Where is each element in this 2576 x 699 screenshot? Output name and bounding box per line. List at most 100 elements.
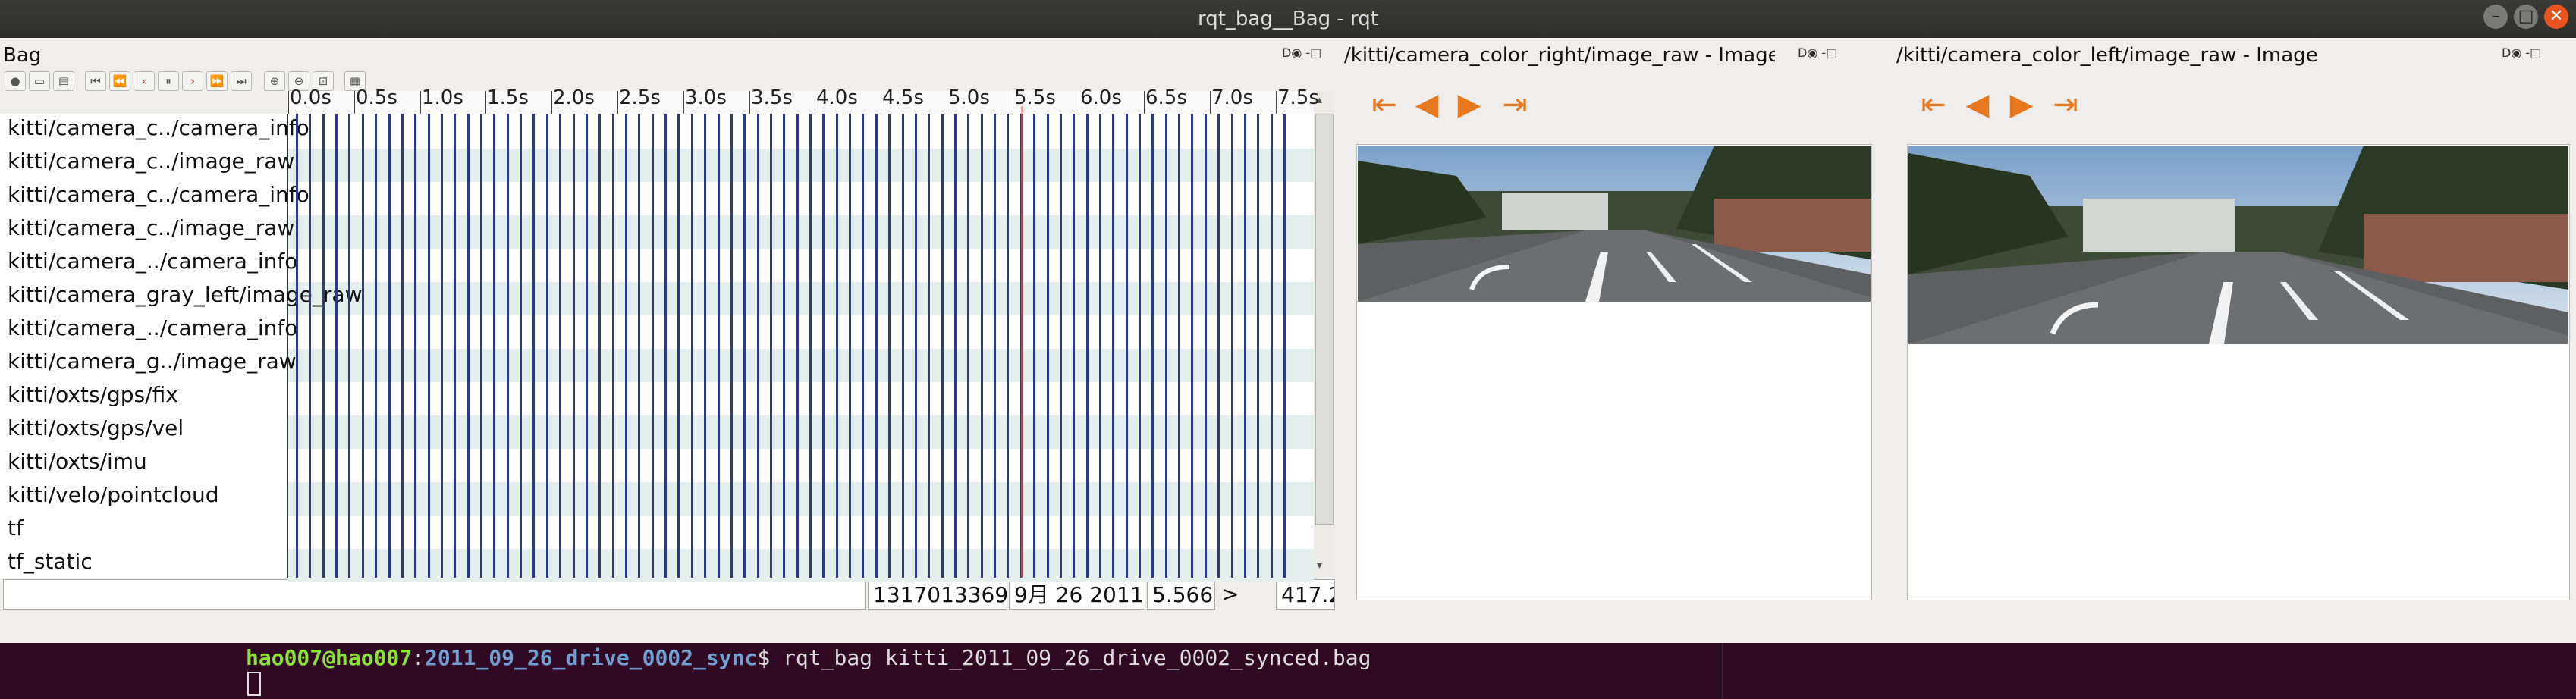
topic-label[interactable]: kitti/oxts/gps/vel xyxy=(8,415,184,440)
ruler-tick-label: 3.5s xyxy=(751,86,793,109)
ruler-tick xyxy=(420,91,421,114)
scroll-down-icon[interactable]: ▾ xyxy=(1317,560,1322,572)
message-marker xyxy=(1257,114,1259,578)
message-marker xyxy=(1151,114,1154,578)
step-forward-icon[interactable]: ▶ xyxy=(1450,88,1488,121)
message-marker xyxy=(1112,114,1114,578)
open-folder-icon[interactable]: ▭ xyxy=(29,71,50,91)
save-icon[interactable]: ▤ xyxy=(53,71,74,91)
message-marker xyxy=(625,114,627,578)
topic-label[interactable]: kitti/camera_../camera_info xyxy=(8,315,297,340)
message-marker xyxy=(441,114,443,578)
message-marker xyxy=(362,114,364,578)
message-marker xyxy=(1217,114,1220,578)
message-marker xyxy=(862,114,864,578)
topic-label[interactable]: kitti/camera_c../image_raw xyxy=(8,215,294,240)
message-marker xyxy=(994,114,996,578)
skip-to-end-icon[interactable]: ⇥ xyxy=(2047,88,2084,121)
message-marker xyxy=(770,114,772,578)
terminal-path: 2011_09_26_drive_0002_sync xyxy=(425,645,758,670)
step-forward-icon[interactable]: ▶ xyxy=(2003,88,2040,121)
right-dock-controls[interactable]: D◉ -□ xyxy=(1798,45,1837,60)
pause-icon[interactable]: ⏸ xyxy=(158,71,179,91)
topic-label[interactable]: kitti/camera_c../camera_info xyxy=(8,182,309,207)
message-marker xyxy=(757,114,759,578)
terminal-divider xyxy=(1722,643,1723,699)
skip-to-start-icon[interactable]: ⇤ xyxy=(1915,88,1952,121)
message-marker xyxy=(335,114,338,578)
message-marker xyxy=(915,114,917,578)
skip-to-start-icon[interactable]: ⇤ xyxy=(1365,88,1403,121)
ruler-tick-label: 7.5s xyxy=(1277,86,1319,109)
left-camera-image xyxy=(1908,146,2568,344)
ruler-tick xyxy=(288,91,289,114)
topic-label[interactable]: kitti/oxts/imu xyxy=(8,449,147,474)
topic-label[interactable]: tf_static xyxy=(8,549,93,574)
maximize-button[interactable]: □ xyxy=(2514,5,2538,29)
bag-dock-controls[interactable]: D◉ -□ xyxy=(1282,45,1321,60)
message-marker xyxy=(322,114,325,578)
message-marker xyxy=(467,114,470,578)
step-back-icon[interactable]: ◀ xyxy=(1959,88,1996,121)
topic-label[interactable]: kitti/oxts/gps/fix xyxy=(8,382,178,407)
message-marker xyxy=(1165,114,1167,578)
ruler-tick xyxy=(354,91,355,114)
ruler-tick-label: 0.5s xyxy=(356,86,397,109)
ruler-tick xyxy=(749,91,750,114)
step-back-icon[interactable]: ◀ xyxy=(1408,88,1446,121)
message-marker xyxy=(559,114,561,578)
message-marker xyxy=(730,114,733,578)
topic-label[interactable]: kitti/camera_../camera_info xyxy=(8,249,297,274)
message-marker xyxy=(1178,114,1180,578)
step-back-icon[interactable]: ‹ xyxy=(134,71,155,91)
message-marker xyxy=(743,114,746,578)
ruler-tick-label: 2.5s xyxy=(619,86,661,109)
topic-label[interactable]: kitti/velo/pointcloud xyxy=(8,482,219,507)
terminal-colon: : xyxy=(412,645,426,670)
topic-label[interactable]: kitti/camera_g../image_raw xyxy=(8,349,297,374)
skip-to-end-icon[interactable]: ⇥ xyxy=(1496,88,1534,121)
topic-label[interactable]: kitti/camera_c../camera_info xyxy=(8,115,309,140)
record-icon[interactable]: ● xyxy=(5,71,26,91)
ruler-tick xyxy=(1210,91,1211,114)
elapsed-field: 5.566s xyxy=(1147,579,1215,610)
play-icon[interactable]: › xyxy=(182,71,203,91)
minimize-button[interactable]: – xyxy=(2483,5,2508,29)
message-marker xyxy=(1231,114,1233,578)
skip-begin-icon[interactable]: ⏮ xyxy=(85,71,106,91)
bag-size-field: 417.2 xyxy=(1276,579,1335,610)
play-indicator: > xyxy=(1217,579,1274,610)
topic-label[interactable]: kitti/camera_c../image_raw xyxy=(8,149,294,174)
ruler-tick xyxy=(1276,91,1277,114)
message-marker xyxy=(638,114,640,578)
ruler-tick-label: 3.0s xyxy=(685,86,727,109)
message-marker xyxy=(1126,114,1128,578)
fast-forward-icon[interactable]: ⏩ xyxy=(206,71,228,91)
message-marker xyxy=(652,114,654,578)
zoom-in-icon[interactable]: ⊕ xyxy=(264,71,285,91)
window-title: rqt_bag__Bag - rqt xyxy=(1198,8,1378,30)
ruler-tick-label: 0.0s xyxy=(290,86,331,109)
message-marker xyxy=(967,114,969,578)
message-marker xyxy=(573,114,575,578)
message-marker xyxy=(1283,114,1286,578)
message-marker xyxy=(1205,114,1207,578)
timeline-scroll-thumb[interactable] xyxy=(1315,114,1334,525)
topic-filter-input[interactable] xyxy=(3,579,866,610)
message-marker xyxy=(401,114,404,578)
message-marker xyxy=(888,114,891,578)
message-marker xyxy=(388,114,391,578)
topic-label[interactable]: tf xyxy=(8,516,24,541)
left-dock-controls[interactable]: D◉ -□ xyxy=(2502,45,2541,60)
close-button[interactable]: ✕ xyxy=(2544,5,2568,29)
message-marker xyxy=(493,114,495,578)
message-marker xyxy=(546,114,548,578)
skip-end-icon[interactable]: ⏭ xyxy=(231,71,252,91)
message-marker xyxy=(1086,114,1089,578)
playhead[interactable] xyxy=(1021,106,1023,578)
message-marker xyxy=(1033,114,1035,578)
ruler-tick-label: 1.5s xyxy=(487,86,529,109)
rewind-icon[interactable]: ⏪ xyxy=(109,71,130,91)
message-marker xyxy=(309,114,311,578)
message-marker xyxy=(428,114,430,578)
